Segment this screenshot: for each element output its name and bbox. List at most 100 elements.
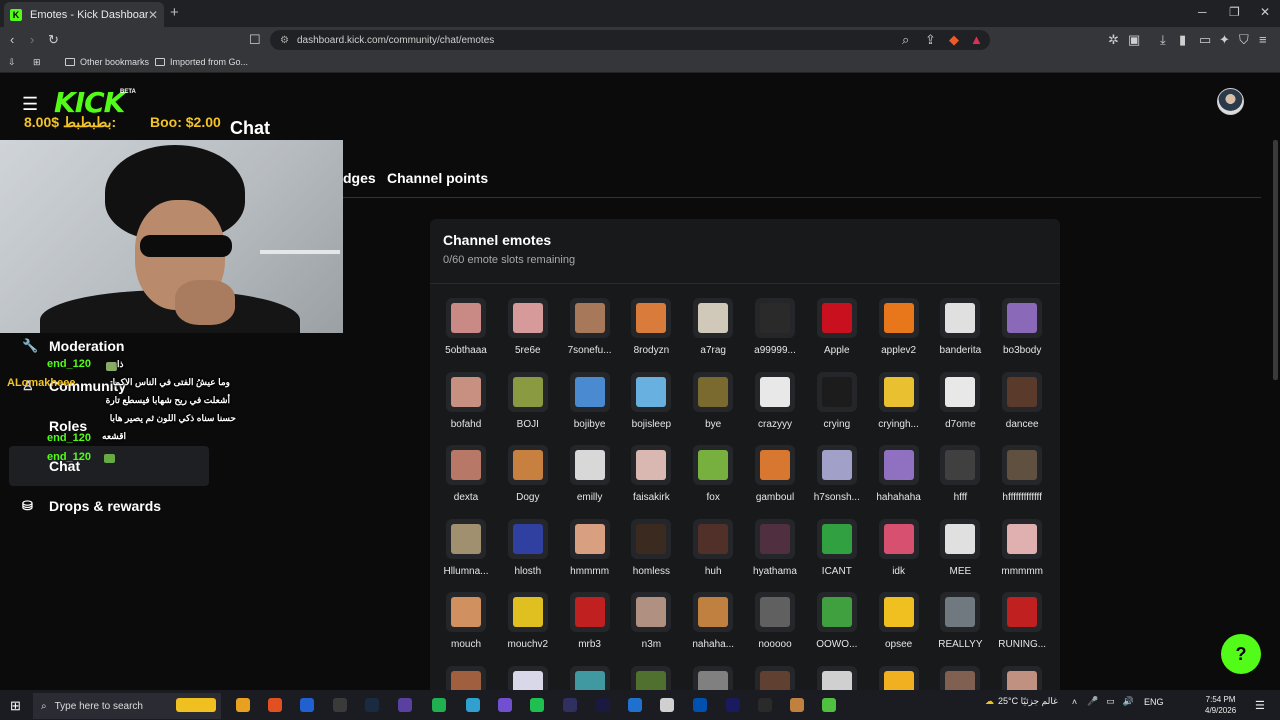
taskbar-clock[interactable]: 7:54 PM 4/9/2026 [1205,694,1236,716]
bookmark-folder-imported[interactable]: Imported from Go... [155,57,248,67]
emote-tile[interactable]: opsee [869,592,929,650]
download-icon[interactable]: ⤓ [1160,32,1166,48]
brave-rewards-icon[interactable]: ▲ [970,32,983,47]
screenshot-icon[interactable]: ▣ [1128,32,1140,48]
emote-tile[interactable]: d7ome [930,371,990,430]
taskbar-app-icon[interactable] [726,698,740,712]
tab-close-icon[interactable]: ✕ [148,8,158,22]
taskbar-app-icon[interactable] [693,698,707,712]
emote-tile[interactable]: crying [807,371,867,430]
emote-tile[interactable]: hfffffffffffff [992,445,1052,503]
emote-tile[interactable]: faisakirk [621,445,681,503]
mic-icon[interactable]: 🎤 [1087,696,1098,707]
reload-icon[interactable]: ↻ [48,32,59,48]
emote-tile[interactable]: homless [621,518,681,577]
emote-tile[interactable]: nahaha... [683,592,743,650]
restore-icon[interactable]: ❐ [1229,5,1240,19]
taskbar-app-icon[interactable] [176,698,216,712]
emote-tile[interactable]: huh [683,518,743,577]
bookmarks-import-icon[interactable]: ⇩ [8,57,16,68]
wallet-icon[interactable]: ▭ [1199,32,1211,48]
leo-ai-icon[interactable]: ✦ [1219,32,1230,48]
back-icon[interactable]: ‹ [10,32,14,47]
emote-tile[interactable]: hahahaha [869,445,929,503]
help-chat-button[interactable]: ? [1221,634,1261,674]
tab-badges[interactable]: dges [343,170,376,186]
emote-tile[interactable]: a7rag [683,298,743,356]
emote-tile[interactable]: 5obthaaa [436,298,496,356]
emote-tile[interactable]: BOJI [498,371,558,430]
emote-tile[interactable]: crazyyy [745,371,805,430]
taskbar-app-icon[interactable] [466,698,480,712]
emote-tile[interactable]: bojisleep [621,371,681,430]
apps-grid-icon[interactable]: ⊞ [33,57,41,68]
emote-tile[interactable]: REALLYY [930,592,990,650]
emote-tile[interactable]: cryingh... [869,371,929,430]
emote-tile[interactable]: hmmmm [560,518,620,577]
taskbar-app-icon[interactable] [563,698,577,712]
emote-tile[interactable]: mmmmm [992,518,1052,577]
sidebar-item-drops-rewards[interactable]: ⛁ Drops & rewards [22,498,161,514]
notifications-icon[interactable]: ☰ [1255,699,1265,712]
page-scrollbar[interactable] [1273,140,1278,380]
close-window-icon[interactable]: ✕ [1260,5,1270,19]
emote-tile[interactable]: a99999... [745,298,805,356]
emote-tile[interactable]: 8rodyzn [621,298,681,356]
emote-tile[interactable]: n3m [621,592,681,650]
taskbar-app-icon[interactable] [236,698,250,712]
emote-tile[interactable]: bo3body [992,298,1052,356]
emote-tile[interactable]: bye [683,371,743,430]
hamburger-menu-icon[interactable]: ☰ [22,94,38,115]
vpn-icon[interactable]: ⛉ [1239,32,1249,48]
emote-tile[interactable]: ICANT [807,518,867,577]
emote-tile[interactable]: hlosth [498,518,558,577]
extensions-icon[interactable]: ✲ [1108,32,1119,48]
taskbar-app-icon[interactable] [822,698,836,712]
taskbar-app-icon[interactable] [432,698,446,712]
taskbar-app-icon[interactable] [498,698,512,712]
emote-tile[interactable]: applev2 [869,298,929,356]
emote-tile[interactable]: gamboul [745,445,805,503]
emote-tile[interactable]: OOWO... [807,592,867,650]
emote-tile[interactable]: banderita [930,298,990,356]
emote-tile[interactable]: dexta [436,445,496,503]
taskbar-app-icon[interactable] [300,698,314,712]
taskbar-app-icon[interactable] [660,698,674,712]
emote-tile[interactable]: emilly [560,445,620,503]
bookmark-folder-other[interactable]: Other bookmarks [65,57,149,67]
emote-tile[interactable]: bofahd [436,371,496,430]
emote-tile[interactable]: hyathama [745,518,805,577]
taskbar-app-icon[interactable] [790,698,804,712]
menu-icon[interactable]: ≡ [1259,32,1267,47]
user-avatar[interactable] [1217,88,1244,115]
emote-tile[interactable]: MEE [930,518,990,577]
taskbar-app-icon[interactable] [628,698,642,712]
taskbar-app-icon[interactable] [333,698,347,712]
taskbar-app-icon[interactable] [398,698,412,712]
address-bar[interactable]: ⚙ dashboard.kick.com/community/chat/emot… [270,30,990,50]
taskbar-app-icon[interactable] [268,698,282,712]
emote-tile[interactable]: fox [683,445,743,503]
emote-tile[interactable]: bojibye [560,371,620,430]
emote-tile[interactable]: idk [869,518,929,577]
emote-tile[interactable]: nooooo [745,592,805,650]
emote-tile[interactable]: mouchv2 [498,592,558,650]
emote-tile[interactable]: mrb3 [560,592,620,650]
emote-tile[interactable]: hfff [930,445,990,503]
sidebar-item-moderation[interactable]: 🔧 Moderation [22,338,124,354]
emote-tile[interactable]: Hllumna... [436,518,496,577]
tray-arrow-icon[interactable]: ˄ [1072,697,1077,707]
emote-tile[interactable]: mouch [436,592,496,650]
emote-tile[interactable]: 5re6e [498,298,558,356]
taskbar-app-icon[interactable] [365,698,379,712]
emote-tile[interactable]: dancee [992,371,1052,430]
share-icon[interactable]: ⇪ [925,32,936,48]
windows-start-icon[interactable]: ⊞ [10,698,21,714]
new-tab-button[interactable]: + [170,4,179,21]
taskbar-app-icon[interactable] [530,698,544,712]
emote-tile[interactable]: 7sonefu... [560,298,620,356]
volume-icon[interactable]: 🔊 [1123,696,1134,707]
site-info-icon[interactable]: ⚙ [280,35,289,46]
emote-tile[interactable]: Dogy [498,445,558,503]
zoom-icon[interactable]: ⌕ [902,32,909,48]
